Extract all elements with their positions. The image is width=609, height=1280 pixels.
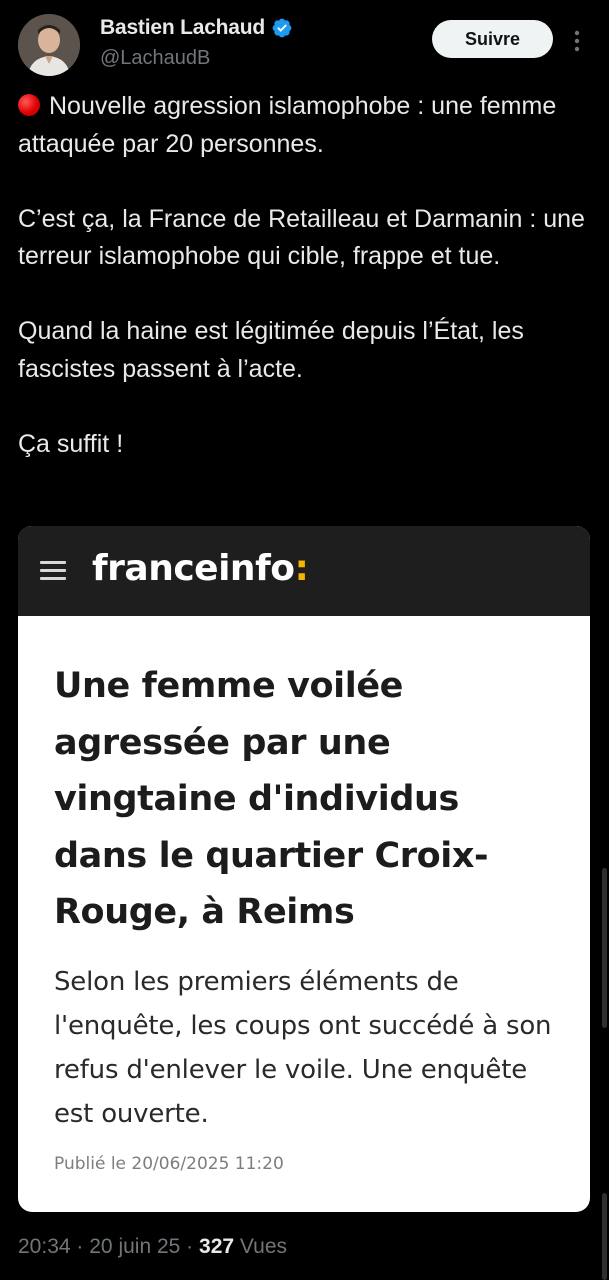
tweet-meta: 20:34 · 20 juin 25 · 327 Vues (18, 1235, 287, 1259)
tweet-paragraph-4: Ça suffit ! (18, 429, 124, 458)
tweet-paragraph-1: Nouvelle agression islamophobe : une fem… (18, 88, 588, 163)
scrollbar-thumb[interactable] (602, 868, 607, 1028)
more-vertical-icon (574, 30, 580, 52)
views-label: Vues (239, 1235, 287, 1258)
scrollbar-thumb-lower[interactable] (602, 1193, 607, 1280)
tweet-paragraph-2: C’est ça, la France de Retailleau et Dar… (18, 204, 585, 271)
follow-button[interactable]: Suivre (432, 20, 553, 58)
avatar[interactable] (18, 14, 80, 76)
hamburger-menu-icon (40, 561, 66, 581)
franceinfo-header: franceinfo: (18, 526, 590, 616)
person-avatar-icon (18, 14, 80, 76)
tweet-paragraph-3: Quand la haine est légitimée depuis l’Ét… (18, 317, 524, 383)
tweet-text: Nouvelle agression islamophobe : une fem… (18, 88, 588, 463)
red-circle-icon (18, 94, 40, 116)
meta-separator: · (76, 1235, 84, 1258)
article-headline: Une femme voilée agressée par une vingta… (54, 666, 489, 932)
views-count: 327 (199, 1235, 235, 1258)
more-options-button[interactable] (566, 26, 588, 56)
tweet-header: Bastien Lachaud @LachaudB Suivre (18, 14, 598, 78)
verified-badge-icon (272, 18, 292, 38)
author-handle[interactable]: @LachaudB (100, 47, 210, 70)
article-publish-date: Publié le 20/06/2025 11:20 (54, 1154, 284, 1174)
author-display-name[interactable]: Bastien Lachaud (100, 16, 265, 40)
author-name-row: Bastien Lachaud (100, 16, 293, 40)
meta-separator: · (186, 1235, 194, 1258)
tweet-date[interactable]: 20 juin 25 (89, 1235, 180, 1258)
article-lede: Selon les premiers éléments de l'enquête… (54, 967, 552, 1129)
tweet-line-1: Nouvelle agression islamophobe : une fem… (18, 92, 557, 158)
tweet-time[interactable]: 20:34 (18, 1235, 71, 1258)
attached-image-card[interactable]: franceinfo: Une femme voilée agressée pa… (18, 526, 590, 1212)
franceinfo-logo: franceinfo: (92, 548, 309, 589)
